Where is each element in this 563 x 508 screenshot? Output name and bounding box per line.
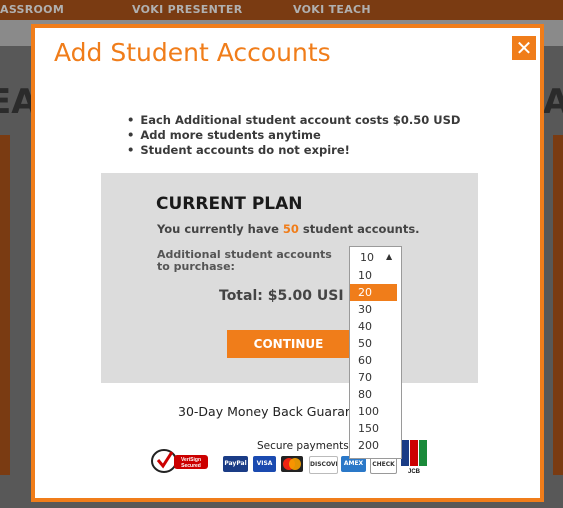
quantity-option[interactable]: 30 <box>350 301 397 318</box>
close-button[interactable]: ✕ <box>512 36 536 60</box>
info-bullets: Each Additional student account costs $0… <box>127 113 460 158</box>
jcb-icon: JCB <box>401 440 427 474</box>
quantity-option[interactable]: 70 <box>350 369 397 386</box>
continue-button[interactable]: CONTINUE <box>227 330 350 358</box>
background-heading-right: A <box>543 82 563 122</box>
quantity-option[interactable]: 40 <box>350 318 397 335</box>
bullet-price: Each Additional student account costs $0… <box>127 113 460 128</box>
quantity-select[interactable]: 10 ▲ 10 20 30 40 50 60 70 80 100 150 200 <box>349 246 402 459</box>
quantity-option[interactable]: 150 <box>350 420 397 437</box>
current-plan-panel: CURRENT PLAN You currently have 50 stude… <box>101 173 478 383</box>
background-panel-left <box>0 135 10 475</box>
background-panel-right <box>553 135 563 475</box>
current-count: 50 <box>282 222 299 236</box>
bullet-expire: Student accounts do not expire! <box>127 143 460 158</box>
additional-accounts-label: Additional student accounts to purchase: <box>157 248 332 273</box>
visa-icon: VISA <box>253 456 276 472</box>
modal-title: Add Student Accounts <box>54 38 331 67</box>
quantity-option[interactable]: 100 <box>350 403 397 420</box>
quantity-option[interactable]: 200 <box>350 437 397 454</box>
svg-text:JCB: JCB <box>408 469 421 474</box>
paypal-icon: PayPal <box>223 456 248 472</box>
plan-title: CURRENT PLAN <box>156 194 303 214</box>
bullet-anytime: Add more students anytime <box>127 128 460 143</box>
mastercard-icon <box>281 456 303 472</box>
discover-icon: DISCOVER <box>309 456 338 474</box>
secure-payments-label: Secure payments <box>257 440 349 452</box>
svg-text:Secured: Secured <box>181 463 201 469</box>
add-accounts-modal: Add Student Accounts ✕ Each Additional s… <box>31 24 544 502</box>
quantity-select-value[interactable]: 10 ▲ <box>350 247 401 267</box>
quantity-option[interactable]: 80 <box>350 386 397 403</box>
background-nav: ASSROOM VOKI PRESENTER VOKI TEACH <box>0 0 563 20</box>
verisign-badge-icon: VeriSign Secured <box>151 449 208 473</box>
total-price: Total: $5.00 USI <box>219 288 344 304</box>
quantity-option[interactable]: 10 <box>350 267 397 284</box>
nav-item-presenter: VOKI PRESENTER <box>132 3 243 16</box>
quantity-option[interactable]: 60 <box>350 352 397 369</box>
chevron-up-icon[interactable]: ▲ <box>386 252 392 261</box>
nav-item-teach: VOKI TEACH <box>293 3 371 16</box>
nav-item-classroom: ASSROOM <box>0 3 65 16</box>
quantity-option-highlighted[interactable]: 20 <box>350 284 397 301</box>
current-accounts-text: You currently have 50 student accounts. <box>157 222 420 236</box>
money-back-guarantee: 30-Day Money Back Guarar <box>178 404 351 419</box>
quantity-option[interactable]: 50 <box>350 335 397 352</box>
